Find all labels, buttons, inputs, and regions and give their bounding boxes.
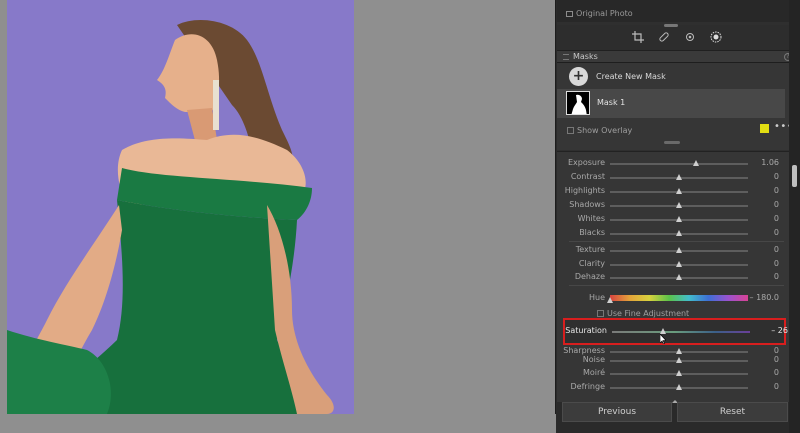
reset-button[interactable]: Reset — [677, 402, 788, 422]
noise-slider[interactable]: Noise 0 — [557, 354, 789, 366]
moire-slider[interactable]: Moiré 0 — [557, 367, 789, 379]
slider-thumb[interactable] — [676, 174, 682, 180]
tools-collapse-handle[interactable] — [664, 24, 678, 27]
group-divider — [569, 285, 784, 286]
tool-strip — [557, 24, 800, 51]
crop-icon[interactable] — [632, 31, 644, 43]
canvas-bottom-strip — [0, 414, 556, 433]
masks-panel: + Create New Mask Mask 1 Show Overlay ••… — [557, 63, 800, 150]
photo-canvas[interactable] — [0, 0, 556, 433]
scrollbar-thumb[interactable] — [792, 165, 797, 187]
slider-thumb[interactable] — [676, 230, 682, 236]
dehaze-slider[interactable]: Dehaze 0 — [557, 271, 789, 283]
shadows-slider[interactable]: Shadows 0 — [557, 199, 789, 211]
info-strip: Original Photo — [557, 0, 800, 22]
blacks-slider[interactable]: Blacks 0 — [557, 227, 789, 239]
healing-icon[interactable] — [658, 31, 670, 43]
panel-footer: Previous Reset — [557, 400, 800, 433]
mask-list-item[interactable]: Mask 1 — [557, 89, 785, 118]
texture-slider[interactable]: Texture 0 — [557, 244, 789, 256]
panel-scrollbar[interactable] — [789, 0, 800, 433]
slider-thumb[interactable] — [676, 261, 682, 267]
mask-silhouette-icon — [571, 94, 587, 114]
slider-thumb[interactable] — [676, 274, 682, 280]
red-eye-icon[interactable] — [684, 31, 696, 43]
saturation-slider[interactable]: Saturation – 26 — [559, 325, 791, 337]
slider-thumb[interactable] — [676, 384, 682, 390]
defringe-slider[interactable]: Defringe 0 — [557, 381, 789, 393]
create-mask-label: Create New Mask — [596, 72, 666, 81]
slider-thumb[interactable] — [676, 188, 682, 194]
mouse-cursor-icon — [660, 334, 666, 344]
group-divider — [569, 241, 784, 242]
plus-icon[interactable]: + — [569, 67, 588, 86]
overlay-color-swatch[interactable] — [760, 124, 769, 133]
slider-thumb[interactable] — [607, 297, 613, 303]
original-photo-label[interactable]: Original Photo — [566, 9, 633, 18]
slider-thumb[interactable] — [676, 202, 682, 208]
develop-panel: Original Photo Masks ? + Create New Mask… — [557, 0, 800, 433]
slider-thumb[interactable] — [676, 357, 682, 363]
panel-grip-icon — [563, 54, 569, 60]
mask-adjustments: Exposure 1.06 Contrast 0 Highlights 0 Sh… — [557, 151, 800, 402]
slider-thumb[interactable] — [676, 247, 682, 253]
show-overlay-toggle[interactable]: Show Overlay — [567, 126, 632, 135]
masking-icon[interactable] — [710, 31, 722, 43]
checkbox-icon[interactable] — [567, 127, 574, 134]
hue-slider[interactable]: Hue – 180.0 — [557, 292, 789, 304]
masks-header[interactable]: Masks ? — [557, 51, 800, 63]
mask-thumbnail — [566, 91, 590, 115]
mask-label: Mask 1 — [597, 98, 626, 107]
whites-slider[interactable]: Whites 0 — [557, 213, 789, 225]
contrast-slider[interactable]: Contrast 0 — [557, 171, 789, 183]
folder-icon — [566, 11, 573, 17]
masks-collapse-handle[interactable] — [664, 141, 680, 144]
saturation-highlight-box: Saturation – 26 — [563, 318, 788, 345]
portrait-image — [7, 0, 354, 414]
previous-button[interactable]: Previous — [562, 402, 672, 422]
slider-thumb[interactable] — [692, 160, 699, 166]
checkbox-icon[interactable] — [597, 310, 604, 317]
portrait-photo[interactable] — [7, 0, 354, 414]
highlights-slider[interactable]: Highlights 0 — [557, 185, 789, 197]
masks-title: Masks — [573, 52, 598, 61]
slider-thumb[interactable] — [676, 370, 682, 376]
use-fine-adjustment-toggle[interactable]: Use Fine Adjustment — [597, 309, 689, 318]
slider-thumb[interactable] — [676, 216, 682, 222]
exposure-slider[interactable]: Exposure 1.06 — [557, 157, 789, 169]
clarity-slider[interactable]: Clarity 0 — [557, 258, 789, 270]
